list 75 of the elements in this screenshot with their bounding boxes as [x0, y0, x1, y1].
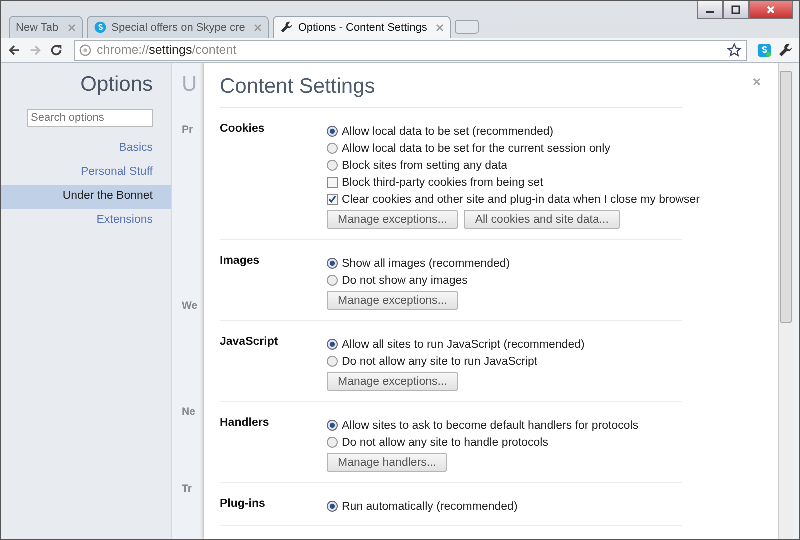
forward-icon[interactable]: [28, 42, 43, 58]
new-tab-button[interactable]: [455, 20, 480, 34]
browser-tab[interactable]: Special offers on Skype cre: [86, 16, 270, 38]
minimize-icon: [706, 11, 714, 13]
close-icon[interactable]: [752, 77, 762, 87]
section-title: Cookies: [220, 123, 266, 137]
maximize-button[interactable]: [723, 1, 749, 19]
tab-title: Options - Content Settings: [298, 22, 428, 34]
option-label[interactable]: Allow local data to be set (recommended): [327, 123, 700, 140]
section-title: Plug-ins: [220, 498, 266, 512]
url-text: chrome://settings/content: [97, 43, 238, 57]
dialog-title: Content Settings: [220, 75, 376, 99]
radio-button[interactable]: [327, 258, 338, 269]
tab-title: New Tab: [16, 22, 60, 34]
scrollbar[interactable]: [778, 63, 793, 539]
dialog-button[interactable]: All cookies and site data...: [464, 210, 620, 229]
back-icon[interactable]: [7, 42, 22, 58]
option-label[interactable]: Block third-party cookies from being set: [327, 174, 700, 191]
browser-tab[interactable]: New Tab: [9, 16, 83, 38]
radio-button[interactable]: [327, 501, 338, 512]
option-label[interactable]: Do not allow any site to run JavaScript: [327, 353, 585, 370]
section-label: Pr: [182, 124, 194, 136]
sidebar-item[interactable]: Extensions: [1, 209, 171, 233]
radio-button[interactable]: [327, 143, 338, 154]
checkbox[interactable]: [327, 194, 338, 205]
close-icon[interactable]: [254, 24, 262, 32]
checkbox[interactable]: [327, 177, 338, 188]
radio-button[interactable]: [327, 420, 338, 431]
maximize-icon: [731, 4, 741, 14]
option-label[interactable]: Do not allow any site to handle protocols: [327, 434, 639, 451]
section-label: Ne: [182, 406, 196, 418]
sidebar-item[interactable]: Personal Stuff: [1, 161, 171, 185]
radio-button[interactable]: [327, 275, 338, 286]
browser-tab[interactable]: Options - Content Settings: [273, 16, 452, 38]
radio-button[interactable]: [327, 126, 338, 137]
dialog-button[interactable]: Manage handlers...: [327, 453, 448, 472]
radio-button[interactable]: [327, 339, 338, 350]
dialog-button[interactable]: Manage exceptions...: [327, 210, 458, 229]
close-window-button[interactable]: [749, 1, 793, 19]
dialog-button[interactable]: Manage exceptions...: [327, 372, 458, 391]
option-label[interactable]: Allow sites to ask to become default handlers for protocols: [327, 417, 639, 434]
section-label: Tr: [182, 483, 192, 495]
section-title: JavaScript: [220, 336, 280, 350]
minimize-button[interactable]: [697, 1, 723, 19]
option-label[interactable]: Show all images (recommended): [327, 255, 510, 272]
reload-icon[interactable]: [49, 42, 64, 58]
option-label[interactable]: Block sites from setting any data: [327, 157, 700, 174]
section-title: Handlers: [220, 417, 270, 431]
address-bar[interactable]: chrome://settings/content: [74, 40, 747, 60]
section-title: Images: [220, 255, 261, 269]
skype-icon: [94, 21, 107, 34]
page-icon: [79, 44, 92, 56]
sidebar-item[interactable]: Under the Bonnet: [1, 185, 171, 209]
sidebar-title: Options: [80, 73, 154, 97]
option-label[interactable]: Do not show any images: [327, 272, 510, 289]
close-icon[interactable]: [68, 24, 76, 32]
skype-icon[interactable]: [757, 42, 772, 58]
radio-button[interactable]: [327, 437, 338, 448]
radio-button[interactable]: [327, 356, 338, 367]
wrench-icon: [280, 21, 294, 34]
search-field[interactable]: Search options: [27, 109, 153, 127]
sidebar-item[interactable]: Basics: [1, 137, 171, 161]
radio-button[interactable]: [327, 160, 338, 171]
close-icon[interactable]: [436, 24, 444, 32]
section-label: We: [182, 300, 198, 312]
wrench-icon[interactable]: [778, 42, 793, 58]
close-icon: [766, 4, 776, 14]
tab-title: Special offers on Skype cre: [112, 22, 246, 34]
page-heading: U: [181, 72, 198, 97]
dialog-button[interactable]: Manage exceptions...: [327, 291, 458, 310]
star-icon[interactable]: [727, 42, 742, 58]
option-label[interactable]: Allow all sites to run JavaScript (recommended): [327, 336, 585, 353]
option-label[interactable]: Run automatically (recommended): [327, 498, 518, 515]
option-label[interactable]: Allow local data to be set for the current session only: [327, 140, 700, 157]
option-label[interactable]: Clear cookies and other site and plug-in data when I close my browser: [327, 191, 700, 208]
